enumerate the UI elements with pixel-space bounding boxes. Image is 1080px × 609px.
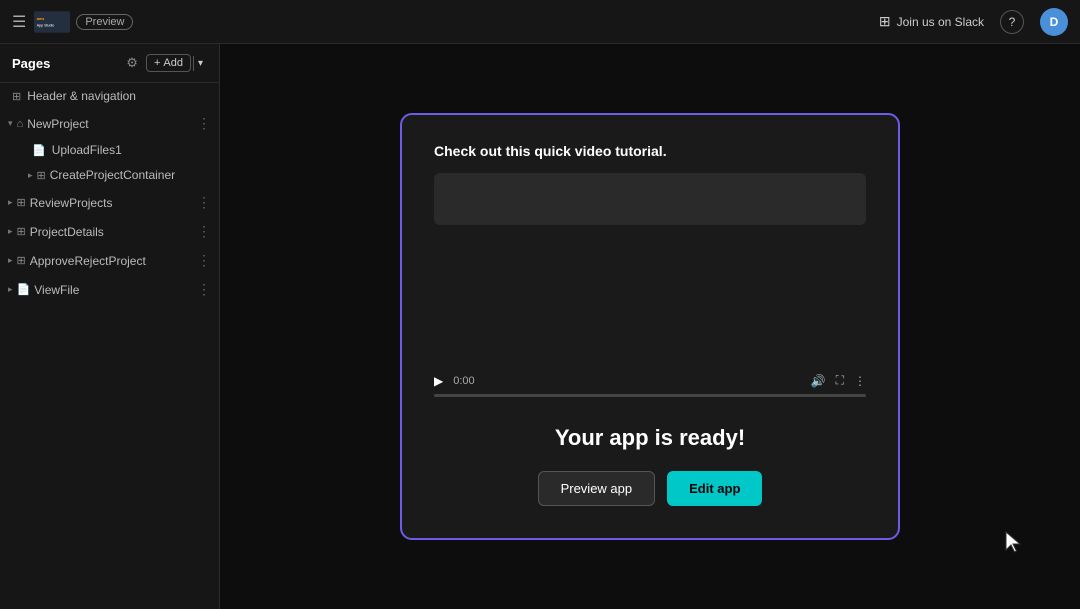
content-area: Check out this quick video tutorial. ▶ 0…: [220, 44, 1080, 609]
more-icon-5[interactable]: ⋮: [197, 281, 211, 298]
preview-badge: Preview: [76, 14, 133, 30]
sidebar: Pages ⚙ + Add ▾ ⊞ Header & navigation ▾ …: [0, 44, 220, 609]
volume-icon[interactable]: 🔊: [811, 374, 826, 388]
more-icon[interactable]: ⋮: [197, 115, 211, 132]
grid-icon-5: ⊞: [17, 254, 26, 267]
sidebar-item-upload-files[interactable]: 📄 UploadFiles1: [0, 138, 219, 162]
play-button[interactable]: ▶: [434, 374, 443, 388]
chevron-down-icon: ▾: [8, 118, 13, 129]
sidebar-header: Pages ⚙ + Add ▾: [0, 44, 219, 83]
sidebar-section-review-projects[interactable]: ▸ ⊞ ReviewProjects ⋮: [0, 188, 219, 217]
cursor: [1004, 530, 1028, 561]
video-controls-right: 🔊 ⛶ ⋮: [811, 373, 866, 388]
topnav-right: ⊞ Join us on Slack ? D: [879, 8, 1068, 36]
add-button[interactable]: + Add: [146, 54, 191, 72]
time-display: 0:00: [453, 375, 474, 387]
topnav: ☰ aws App Studio Preview ⊞ Join us on Sl…: [0, 0, 1080, 44]
aws-logo: aws App Studio: [34, 11, 70, 33]
grid-icon: ⊞: [12, 90, 21, 103]
ready-title: Your app is ready!: [434, 425, 866, 451]
upload-files-label: UploadFiles1: [52, 143, 122, 157]
svg-text:App Studio: App Studio: [37, 23, 55, 27]
slack-link[interactable]: ⊞ Join us on Slack: [879, 13, 984, 30]
preview-app-button[interactable]: Preview app: [538, 471, 656, 506]
help-button[interactable]: ?: [1000, 10, 1024, 34]
tutorial-text: Check out this quick video tutorial.: [434, 143, 866, 159]
avatar-label: D: [1050, 15, 1059, 29]
avatar[interactable]: D: [1040, 8, 1068, 36]
slack-label: Join us on Slack: [897, 15, 984, 29]
fullscreen-icon[interactable]: ⛶: [836, 373, 844, 388]
chevron-right-icon: ▸: [28, 170, 33, 181]
svg-text:aws: aws: [37, 16, 45, 21]
add-label: Add: [163, 57, 183, 69]
approve-reject-label: ApproveRejectProject: [30, 254, 193, 268]
help-label: ?: [1009, 15, 1016, 29]
progress-bar[interactable]: [434, 394, 866, 397]
slack-icon: ⊞: [879, 13, 891, 30]
header-nav-label: Header & navigation: [27, 89, 136, 103]
chevron-right-icon-4: ▸: [8, 255, 13, 266]
new-project-label: NewProject: [27, 117, 193, 131]
sidebar-section-new-project[interactable]: ▾ ⌂ NewProject ⋮: [0, 109, 219, 138]
view-file-label: ViewFile: [34, 283, 193, 297]
modal-actions: Preview app Edit app: [434, 471, 866, 506]
sidebar-section-approve-reject[interactable]: ▸ ⊞ ApproveRejectProject ⋮: [0, 246, 219, 275]
chevron-right-icon-3: ▸: [8, 226, 13, 237]
video-more-icon[interactable]: ⋮: [854, 374, 866, 388]
file-icon-2: 📄: [17, 283, 31, 296]
more-icon-4[interactable]: ⋮: [197, 252, 211, 269]
main-layout: Pages ⚙ + Add ▾ ⊞ Header & navigation ▾ …: [0, 44, 1080, 609]
chevron-right-icon-5: ▸: [8, 284, 13, 295]
hamburger-icon[interactable]: ☰: [12, 12, 26, 32]
video-controls: ▶ 0:00 🔊 ⛶ ⋮: [434, 373, 866, 388]
topnav-left: ☰ aws App Studio Preview: [12, 11, 133, 33]
grid-icon-4: ⊞: [17, 225, 26, 238]
modal-card: Check out this quick video tutorial. ▶ 0…: [400, 113, 900, 540]
home-icon: ⌂: [17, 118, 24, 130]
grid-icon-3: ⊞: [17, 196, 26, 209]
logo-area: aws App Studio Preview: [34, 11, 133, 33]
video-placeholder: [434, 173, 866, 225]
sidebar-section-project-details[interactable]: ▸ ⊞ ProjectDetails ⋮: [0, 217, 219, 246]
add-chevron-button[interactable]: ▾: [193, 56, 207, 71]
edit-app-button[interactable]: Edit app: [667, 471, 762, 506]
sidebar-title: Pages: [12, 56, 126, 71]
more-icon-2[interactable]: ⋮: [197, 194, 211, 211]
sidebar-section-view-file[interactable]: ▸ 📄 ViewFile ⋮: [0, 275, 219, 304]
review-projects-label: ReviewProjects: [30, 196, 193, 210]
video-spacer: [434, 225, 866, 365]
grid-icon-2: ⊞: [37, 169, 46, 182]
sidebar-item-header-nav[interactable]: ⊞ Header & navigation: [0, 83, 219, 109]
file-icon: 📄: [32, 144, 46, 157]
create-project-label: CreateProjectContainer: [50, 168, 211, 182]
chevron-right-icon-2: ▸: [8, 197, 13, 208]
sidebar-add-area: + Add ▾: [146, 54, 207, 72]
project-details-label: ProjectDetails: [30, 225, 193, 239]
add-plus-icon: +: [154, 57, 160, 69]
more-icon-3[interactable]: ⋮: [197, 223, 211, 240]
sidebar-item-create-project[interactable]: ▸ ⊞ CreateProjectContainer: [0, 162, 219, 188]
gear-icon[interactable]: ⚙: [126, 55, 138, 71]
